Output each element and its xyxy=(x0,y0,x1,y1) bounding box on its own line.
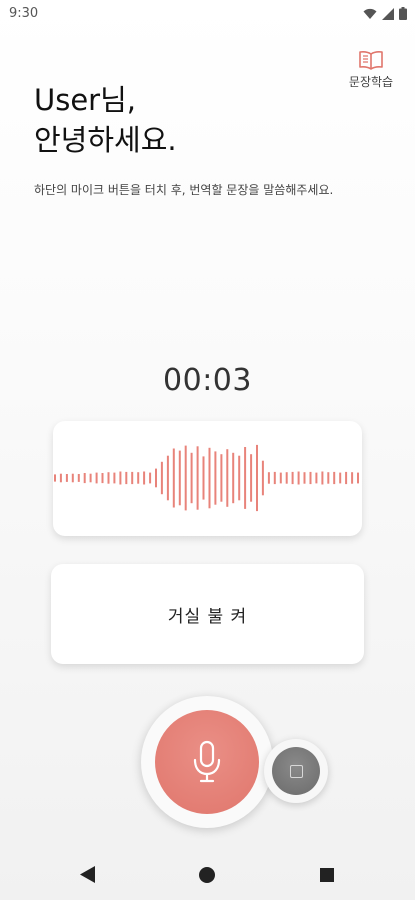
mic-button[interactable] xyxy=(155,710,259,814)
waveform-bar xyxy=(303,472,306,484)
waveform-bar xyxy=(178,450,181,506)
waveform-bar xyxy=(160,461,163,495)
nav-back-icon[interactable] xyxy=(80,866,95,883)
waveform-bar xyxy=(309,471,312,485)
waveform-bar xyxy=(149,472,152,484)
waveform-bar xyxy=(226,449,229,507)
waveform-bar xyxy=(291,471,294,485)
wifi-icon xyxy=(363,8,377,19)
waveform-bar xyxy=(184,445,187,511)
waveform-bar xyxy=(261,460,264,496)
waveform-bar xyxy=(54,474,56,482)
status-time: 9:30 xyxy=(9,6,39,21)
recognized-text-card: 거실 불 켜 xyxy=(51,564,364,664)
waveform-bar xyxy=(327,472,330,484)
waveform-bar xyxy=(65,474,68,482)
navigation-bar xyxy=(0,850,415,900)
waveform-bar xyxy=(77,474,80,482)
waveform-bar xyxy=(166,455,169,501)
waveform-bar xyxy=(285,472,288,484)
waveform-bar xyxy=(155,468,157,488)
waveform-bar xyxy=(101,473,104,484)
waveform-bar xyxy=(232,452,235,504)
nav-home-icon[interactable] xyxy=(199,867,215,883)
stop-icon xyxy=(289,764,303,778)
waveform-bar xyxy=(113,472,116,484)
waveform-bar xyxy=(267,472,270,484)
waveform-bar xyxy=(196,446,199,510)
waveform-bar xyxy=(238,455,241,501)
waveform-bar xyxy=(190,452,193,504)
waveform-bar xyxy=(125,471,128,485)
waveform-bar xyxy=(107,472,110,484)
waveform-bar xyxy=(321,471,324,485)
sentence-learning-button[interactable]: 문장학습 xyxy=(343,50,399,90)
waveform-bar xyxy=(315,472,318,484)
waveform-bar xyxy=(208,447,211,509)
waveform-bar xyxy=(131,471,134,485)
waveform-card xyxy=(53,421,362,536)
audio-waveform xyxy=(54,444,359,512)
sentence-learning-label: 문장학습 xyxy=(348,75,394,89)
waveform-bar xyxy=(202,456,205,500)
waveform-bar xyxy=(333,471,336,485)
waveform-bar xyxy=(244,447,247,509)
waveform-bar xyxy=(172,448,175,508)
waveform-bar xyxy=(137,472,140,484)
battery-icon xyxy=(399,7,407,20)
status-bar: 9:30 xyxy=(0,0,415,28)
cell-signal-icon xyxy=(382,7,394,20)
waveform-bar xyxy=(273,471,276,485)
status-icons xyxy=(363,7,407,20)
waveform-bar xyxy=(297,471,300,485)
waveform-bar xyxy=(214,451,217,505)
waveform-bar xyxy=(250,454,253,502)
recording-timer: 00:03 xyxy=(163,363,252,398)
nav-recents-icon[interactable] xyxy=(320,868,334,882)
greeting: User님, 안녕하세요. xyxy=(34,80,177,160)
waveform-bar xyxy=(279,472,282,484)
open-book-icon xyxy=(359,51,383,70)
waveform-bar xyxy=(71,473,74,483)
waveform-bar xyxy=(345,471,348,485)
microphone-icon xyxy=(193,740,221,783)
stop-button[interactable] xyxy=(272,747,320,795)
waveform-bar xyxy=(83,473,86,484)
waveform-bar xyxy=(119,471,122,485)
recognized-text: 거실 불 켜 xyxy=(167,606,248,627)
greeting-hello: 안녕하세요. xyxy=(34,123,177,157)
greeting-name: User님, xyxy=(34,83,136,117)
waveform-bar xyxy=(351,472,354,484)
waveform-bar xyxy=(256,444,258,512)
instruction-text: 하단의 마이크 버튼을 터치 후, 번역할 문장을 말씀해주세요. xyxy=(34,183,334,197)
waveform-bar xyxy=(339,472,342,484)
waveform-bar xyxy=(95,472,98,484)
waveform-bar xyxy=(59,473,62,483)
waveform-bar xyxy=(143,471,146,485)
waveform-bar xyxy=(357,472,359,484)
waveform-bar xyxy=(220,454,223,502)
waveform-bar xyxy=(89,473,92,483)
